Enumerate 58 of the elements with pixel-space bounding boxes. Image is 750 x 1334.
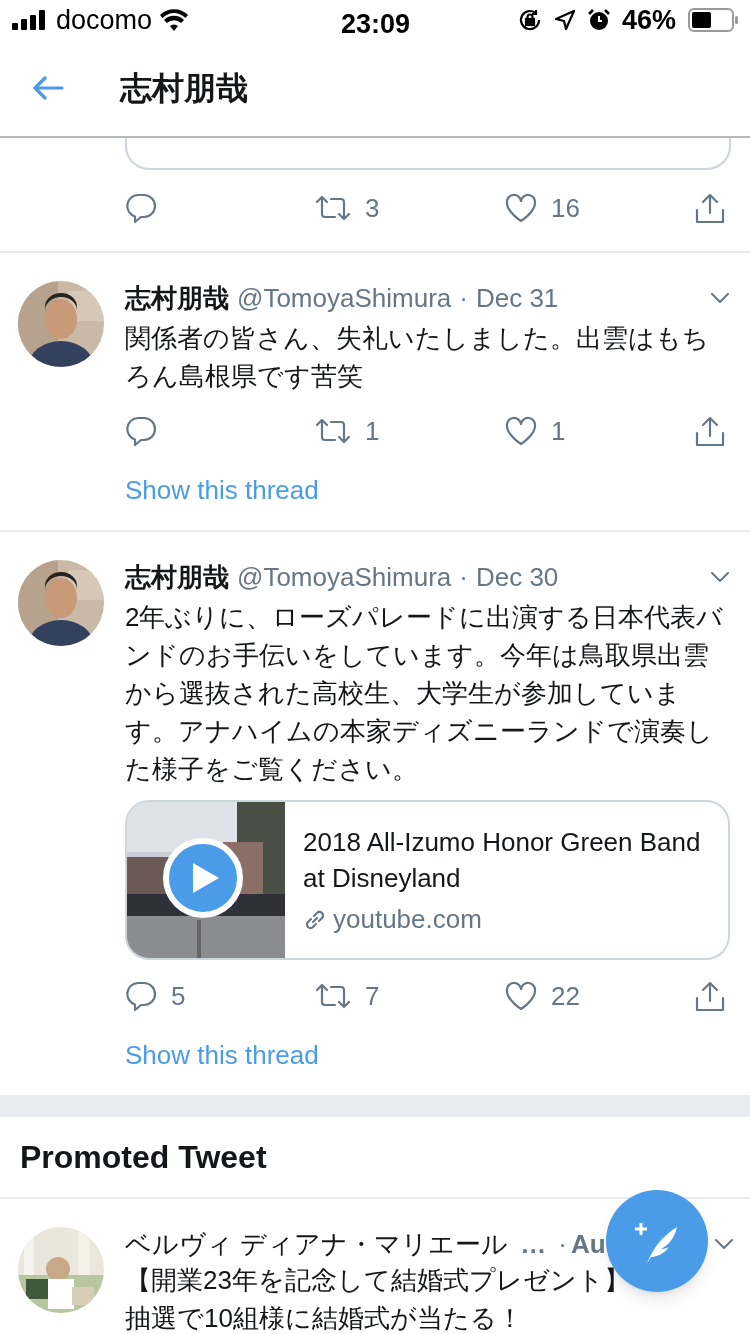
tweet-text: 【開業23年を記念して結婚式プレゼント】 <box>125 1264 630 1297</box>
retweet-button[interactable]: 7 <box>315 976 505 1016</box>
tweet-date: Au <box>570 1228 606 1261</box>
separator-dot: · <box>558 1228 567 1261</box>
separator-dot: · <box>459 561 468 594</box>
share-button[interactable] <box>695 192 725 224</box>
retweet-icon <box>315 417 351 445</box>
alarm-icon <box>587 9 610 31</box>
share-button[interactable] <box>695 980 725 1012</box>
author-name: 志村朋哉 <box>125 282 229 315</box>
like-button[interactable]: 1 <box>505 411 695 451</box>
share-icon <box>695 192 725 224</box>
card-title: 2018 All-Izumo Honor Green Band at Disneyland <box>303 826 702 895</box>
retweet-button[interactable]: 3 <box>315 188 505 228</box>
link-card[interactable]: 2018 All-Izumo Honor Green Band at Disneyland youtube.com <box>125 800 730 960</box>
back-arrow-icon <box>32 76 64 100</box>
reply-icon <box>125 192 157 224</box>
page-title: 志村朋哉 <box>120 69 248 108</box>
share-button[interactable] <box>695 415 725 447</box>
signal-icon <box>12 10 48 30</box>
tweet-text: 関係者の皆さん、失礼いたしました。出雲はもちろん島根県です苦笑 <box>125 322 710 393</box>
battery-percentage: 46% <box>621 3 676 37</box>
reply-icon <box>125 415 157 447</box>
tweet-date: Dec 31 <box>475 282 559 315</box>
rotation-lock-icon <box>517 8 542 32</box>
retweet-button[interactable]: 1 <box>315 411 505 451</box>
wifi-icon <box>160 9 189 31</box>
card-domain: youtube.com <box>333 903 482 936</box>
share-icon <box>695 980 725 1012</box>
author-name: 志村朋哉 <box>125 561 229 594</box>
carrier-name: docomo <box>56 3 153 37</box>
chevron-down-icon[interactable] <box>710 292 730 304</box>
like-button[interactable]: 22 <box>505 976 695 1016</box>
clock-time: 23:09 <box>341 8 411 41</box>
separator-dot: · <box>459 282 468 315</box>
chevron-down-icon[interactable] <box>714 1238 734 1250</box>
author-handle: @TomoyaShimura <box>237 561 452 594</box>
heart-icon <box>505 416 537 446</box>
show-thread-link[interactable]: Show this thread <box>125 471 319 510</box>
heart-icon <box>505 981 537 1011</box>
chevron-down-icon[interactable] <box>710 571 730 583</box>
reply-button[interactable]: 5 <box>125 976 315 1016</box>
play-icon <box>190 861 221 895</box>
like-button[interactable]: 16 <box>505 188 695 228</box>
retweet-icon <box>315 982 351 1010</box>
author-name: ベルヴィ ディアナ・マリエール <box>125 1228 509 1261</box>
reply-icon <box>125 980 157 1012</box>
share-icon <box>695 415 725 447</box>
tweet-date: Dec 30 <box>475 561 559 594</box>
retweet-icon <box>315 194 351 222</box>
tweet-text: 抽選で10組様に結婚式が当たる！ <box>125 1302 523 1334</box>
ellipsis-text: … <box>520 1228 547 1261</box>
author-handle: @TomoyaShimura <box>237 282 452 315</box>
show-thread-link[interactable]: Show this thread <box>125 1036 319 1075</box>
tweet-text: 2年ぶりに、ローズパレードに出演する日本代表バンドのお手伝いをしています。今年は鳥取県出雲から選抜された高校生、大学生が参加しています。アナハイムの本家ディズニーランドで演奏した様子をご覧ください。 <box>125 601 725 786</box>
location-icon <box>553 9 576 31</box>
heart-icon <box>505 193 537 223</box>
battery-icon <box>688 8 738 32</box>
